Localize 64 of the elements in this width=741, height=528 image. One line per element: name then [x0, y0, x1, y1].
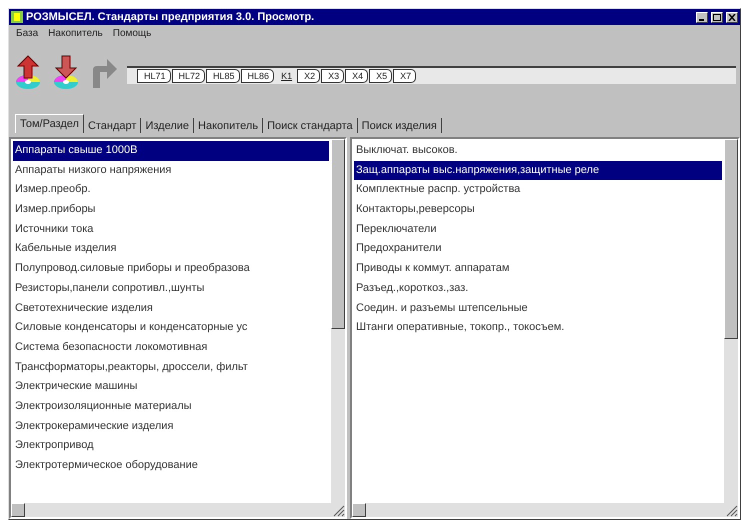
close-icon	[728, 14, 736, 20]
arrow-disc-icon	[51, 54, 81, 90]
path-item[interactable]: K1	[275, 70, 296, 82]
list-item[interactable]: Кабельные изделия	[13, 239, 329, 260]
list-item[interactable]: Измер.приборы	[13, 200, 329, 220]
list-item[interactable]: Система безопасности локомотивная	[13, 338, 329, 358]
list-item[interactable]: Электропривод	[13, 436, 329, 456]
list-item[interactable]: Аппараты свыше 1000В	[13, 141, 329, 161]
path-item[interactable]: X7	[393, 69, 416, 83]
menu-item[interactable]: Накопитель	[45, 28, 106, 39]
list-item[interactable]: Аппараты низкого напряжения	[13, 160, 329, 180]
list-item[interactable]: Комплектные распр. устройства	[354, 180, 722, 200]
toolbar-button[interactable]	[13, 54, 43, 90]
window-title: РОЗМЫСЕЛ. Стандарты предприятия 3.0. Просмотр.	[26, 11, 316, 23]
list-item[interactable]: Трансформаторы,реакторы, дроссели, фильт	[13, 358, 329, 378]
list-item[interactable]: Переключатели	[354, 220, 722, 240]
resize-grip-icon[interactable]	[331, 503, 345, 517]
list-item[interactable]: Электротермическое оборудование	[13, 456, 329, 476]
list-box[interactable]	[9, 137, 347, 519]
list-item[interactable]: Защ.аппараты выс.напряжения,защитные реле	[354, 160, 722, 180]
list-item[interactable]: Штанги оперативные, токопр., токосъем.	[354, 318, 722, 338]
list-item[interactable]: Соедин. и разъемы штепсельные	[354, 298, 722, 318]
list-item[interactable]: Резисторы,панели сопротивл.,шунты	[13, 278, 329, 298]
path-item[interactable]: X5	[369, 69, 392, 83]
list-item[interactable]: Предохранители	[354, 239, 722, 260]
scroll-left-button[interactable]	[352, 503, 366, 517]
list-item[interactable]: Электрические машины	[13, 377, 329, 397]
list-item[interactable]: Светотехнические изделия	[13, 298, 329, 318]
maximize-icon	[713, 14, 721, 20]
tab[interactable]: Том/Раздел	[15, 114, 84, 133]
path-item[interactable]: X4	[345, 69, 368, 83]
scrollbar[interactable]	[352, 503, 724, 517]
list-box[interactable]	[350, 137, 740, 519]
scroll-thumb[interactable]	[331, 139, 345, 329]
close-button[interactable]	[726, 12, 738, 22]
list-item[interactable]: Разъед.,короткоз.,заз.	[354, 278, 722, 298]
list-item[interactable]: Силовые конденсаторы и конденсаторные ус	[13, 318, 329, 338]
path-item[interactable]: HL71	[137, 69, 171, 83]
list-item[interactable]: Выключат. высоков.	[354, 141, 722, 161]
path-item[interactable]: X3	[321, 69, 344, 83]
path-item[interactable]: HL86	[240, 69, 274, 83]
list-item[interactable]: Электроизоляционные материалы	[13, 396, 329, 417]
arrow-disc-icon	[13, 54, 43, 90]
list-item[interactable]: Источники тока	[13, 220, 329, 240]
scrollbar[interactable]	[331, 139, 345, 503]
menu-item[interactable]: Помощь	[110, 28, 154, 39]
toolbar-button[interactable]	[51, 54, 81, 90]
list-item[interactable]: Контакторы,реверсоры	[354, 200, 722, 220]
list-item[interactable]: Электрокерамические изделия	[13, 416, 329, 436]
list-item[interactable]: Измер.преобр.	[13, 180, 329, 200]
path-item[interactable]: HL85	[206, 69, 240, 83]
app-icon	[11, 11, 23, 23]
list-item[interactable]: Приводы к коммут. аппаратам	[354, 259, 722, 279]
resize-grip-icon[interactable]	[724, 503, 738, 517]
path-item[interactable]: X2	[297, 69, 320, 83]
list-item[interactable]: Полупровод.силовые приборы и преобразова	[13, 259, 329, 279]
menu-item[interactable]: База	[13, 28, 42, 39]
path-item[interactable]: HL72	[172, 69, 206, 83]
scrollbar[interactable]	[724, 139, 738, 503]
minimize-button[interactable]	[696, 12, 708, 22]
scroll-thumb[interactable]	[724, 139, 738, 339]
scroll-left-button[interactable]	[11, 503, 25, 517]
maximize-button[interactable]	[711, 12, 723, 22]
scrollbar[interactable]	[11, 503, 331, 517]
